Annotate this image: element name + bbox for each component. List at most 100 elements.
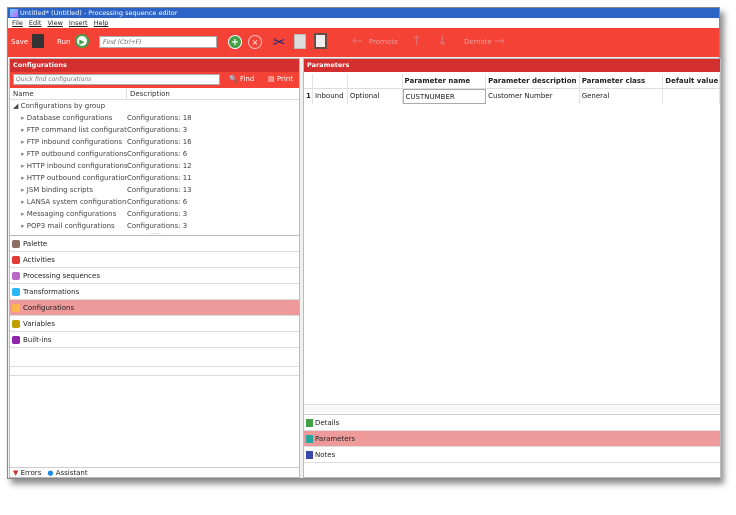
row-name: Database configurations — [26, 114, 113, 122]
row-description: Configurations: 12 — [127, 162, 192, 170]
column-header[interactable] — [348, 74, 403, 88]
cell[interactable]: CUSTNUMBER — [402, 89, 487, 104]
nav-notes[interactable]: Notes — [304, 447, 720, 463]
column-header[interactable]: Parameter class — [580, 74, 664, 88]
menu-bar: File Edit View Insert Help — [8, 18, 719, 28]
nav-variables[interactable]: Variables — [10, 316, 299, 332]
nav-activities[interactable]: Activities — [10, 252, 299, 268]
menu-insert[interactable]: Insert — [69, 18, 88, 28]
nav-label: Processing sequences — [23, 272, 100, 280]
tree-row[interactable]: ▸ FTP inbound configurations Configuratio… — [10, 136, 299, 148]
nav-label: Palette — [23, 240, 48, 248]
print-button[interactable]: ▤ Print — [268, 75, 293, 83]
nav-label: Activities — [23, 256, 55, 264]
tree-row[interactable]: ▸ LANSA system configurations Configurati… — [10, 196, 299, 208]
column-header[interactable] — [313, 74, 348, 88]
column-header[interactable]: Parameter name — [403, 74, 487, 88]
tree-group[interactable]: ◢ Configurations by group — [10, 100, 299, 112]
demote-button[interactable]: Demote — [464, 38, 492, 46]
column-description[interactable]: Description — [127, 88, 170, 99]
tree-row[interactable]: ▸ Messaging configurations Configurations… — [10, 208, 299, 220]
nav-label: Transformations — [23, 288, 80, 296]
row-name: POP3 mail configurations — [26, 222, 115, 230]
row-description: Configurations: 3 — [127, 210, 188, 218]
collapse-icon[interactable]: ◢ — [13, 102, 21, 110]
info-icon: ● — [47, 469, 54, 477]
cell: General — [580, 89, 664, 104]
row-description: Configurations: 13 — [127, 186, 192, 194]
nav-built-ins[interactable]: Built-ins — [10, 332, 299, 348]
nav-label: Built-ins — [23, 336, 52, 344]
notes-icon — [306, 451, 313, 459]
print-label: Print — [276, 75, 293, 83]
column-header[interactable]: Default value — [663, 74, 721, 88]
row-name: LANSA system configurations — [26, 198, 127, 206]
menu-edit[interactable]: Edit — [29, 18, 42, 28]
nav-palette[interactable]: Palette — [10, 236, 299, 252]
add-icon[interactable]: + — [228, 35, 242, 49]
horizontal-scrollbar[interactable] — [304, 404, 720, 412]
palette-icon — [12, 240, 20, 248]
table-header: Parameter name Parameter description Param… — [304, 74, 721, 89]
menu-file[interactable]: File — [12, 18, 23, 28]
tree-header: Name Description — [10, 88, 299, 100]
copy-icon[interactable] — [294, 34, 306, 49]
arrow-right-icon[interactable]: → — [494, 34, 505, 49]
column-name[interactable]: Name — [10, 88, 127, 99]
tab-errors[interactable]: ▼ Errors — [13, 468, 41, 477]
delete-icon[interactable]: × — [248, 35, 262, 49]
quick-find-bar: 🔍 Find ▤ Print — [10, 72, 299, 88]
tree-row[interactable]: ▸ HTTP inbound configurations Configurati… — [10, 160, 299, 172]
table-row[interactable]: 1 Inbound Optional CUSTNUMBER Customer Numbe… — [304, 89, 721, 104]
printer-icon: ▤ — [268, 75, 275, 83]
column-header[interactable]: Parameter description — [486, 74, 580, 88]
nav-details[interactable]: Details — [304, 415, 720, 431]
paste-icon[interactable] — [314, 33, 327, 49]
nav-label: Details — [315, 419, 340, 427]
group-label: Configurations by group — [20, 102, 106, 110]
save-icon[interactable] — [32, 34, 44, 48]
row-description: Configurations: 18 — [127, 114, 192, 122]
cell — [663, 89, 721, 104]
quick-find-input[interactable] — [13, 74, 220, 85]
move-down-icon[interactable]: ↓ — [437, 34, 448, 49]
tab-assistant[interactable]: ● Assistant — [47, 468, 87, 477]
tree-row[interactable]: ▸ FTP command list configuratio...Config… — [10, 124, 299, 136]
save-button[interactable]: Save — [11, 38, 28, 46]
tree-row[interactable]: ▸ HTTP outbound configurations Configurat… — [10, 172, 299, 184]
run-button[interactable]: Run — [57, 38, 70, 46]
cut-icon[interactable]: ✂ — [273, 33, 286, 51]
transformations-icon — [12, 288, 20, 296]
configurations-panel: Configurations 🔍 Find ▤ Print Name Descr… — [9, 58, 300, 478]
find-button[interactable]: 🔍 Find — [229, 75, 254, 83]
move-up-icon[interactable]: ↑ — [411, 34, 422, 49]
row-description: Configurations: 6 — [127, 150, 188, 158]
nav-processing-sequences[interactable]: Processing sequences — [10, 268, 299, 284]
menu-view[interactable]: View — [47, 18, 62, 28]
promote-button[interactable]: Promote — [369, 38, 398, 46]
row-name: FTP inbound configurations — [26, 138, 123, 146]
processing-sequences-icon — [12, 272, 20, 280]
nav-parameters[interactable]: Parameters — [304, 431, 720, 447]
row-name: FTP outbound configurations — [26, 150, 127, 158]
horizontal-scrollbar[interactable] — [10, 366, 299, 376]
column-header[interactable] — [304, 74, 313, 88]
nav-label: Notes — [315, 451, 336, 459]
nav-transformations[interactable]: Transformations — [10, 284, 299, 300]
tree-row[interactable]: ▸ Database configurations Configurations:… — [10, 112, 299, 124]
tree-row[interactable]: ▸ FTP outbound configurations Configurati… — [10, 148, 299, 160]
window-title: Untitled* (Untitled) - Processing sequen… — [20, 9, 178, 17]
row-description: Configurations: 3 — [127, 126, 188, 134]
row-name: HTTP outbound configurations — [26, 174, 127, 182]
run-icon[interactable]: ▶ — [75, 34, 89, 48]
details-icon — [306, 419, 313, 427]
title-bar: Untitled* (Untitled) - Processing sequen… — [8, 8, 719, 18]
arrow-left-icon[interactable]: ← — [352, 34, 363, 49]
cell: Inbound — [313, 89, 348, 104]
tree-row[interactable]: ▸ JSM binding scripts Configurations: 13 — [10, 184, 299, 196]
nav-configurations[interactable]: Configurations — [10, 300, 299, 316]
find-input[interactable]: Find (Ctrl+F) — [99, 36, 217, 48]
parameters-panel: Parameters Parameter name Parameter descr… — [303, 58, 721, 478]
menu-help[interactable]: Help — [94, 18, 109, 28]
panel-header: Configurations — [10, 59, 299, 72]
